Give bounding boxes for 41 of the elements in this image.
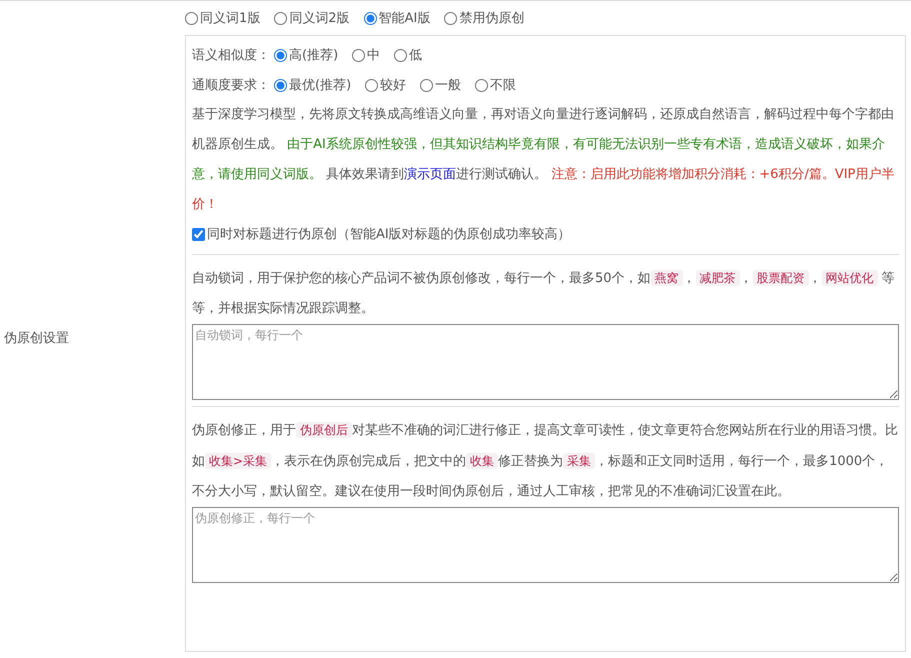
title-checkbox[interactable] xyxy=(192,228,205,240)
radio-button[interactable] xyxy=(475,78,488,92)
description-paragraph: 基于深度学习模型，先将原文转换成高维语义向量，再对语义向量进行逐词解码，还原成自然语言，解码过程中每个字都由机器原创生成。 由于AI系统原创性较强，但其知识结构毕竟有限，有可能无法识别一些专有术语，造成语义破坏，如果介意，请使用同义词版。 具体效果请到演示页面进行测试确认。 注意：启用此功能将增加积分消耗：+6积分/篇。VIP用户半价！ xyxy=(192,106,896,214)
option-label[interactable]: 同义词2版 xyxy=(289,9,350,27)
checkbox-label[interactable]: 同时对标题进行伪原创（智能AI版对标题的伪原创成功率较高） xyxy=(207,225,571,243)
option-label[interactable]: 不限 xyxy=(490,76,516,94)
radio-button[interactable] xyxy=(420,78,434,92)
keyword-tag: 减肥茶 xyxy=(696,270,740,286)
lock-words-description: 自动锁词，用于保护您的核心产品词不被伪原创修改，每行一个，最多50个，如 燕窝 ， 减肥茶 ， 股票配资 ， 网站优化 等等，并根据实际情况跟踪调整。 xyxy=(192,269,896,318)
keyword-tag: 采集 xyxy=(563,453,596,469)
radio-button[interactable] xyxy=(352,48,366,62)
radio-button[interactable] xyxy=(185,12,198,24)
option-label[interactable]: 中 xyxy=(367,46,380,64)
similarity-label: 语义相似度： xyxy=(192,47,270,64)
radio-button[interactable] xyxy=(365,78,378,92)
keyword-tag: 收集>采集 xyxy=(205,453,272,469)
radio-button[interactable] xyxy=(394,48,408,62)
radio-button[interactable] xyxy=(274,12,288,24)
option-label[interactable]: 高(推荐) xyxy=(289,46,338,64)
keyword-tag: 收集 xyxy=(466,453,498,469)
keyword-tag: 伪原创后 xyxy=(296,422,352,438)
demo-page-link[interactable]: 演示页面 xyxy=(404,167,456,182)
option-label[interactable]: 一般 xyxy=(435,76,462,94)
correction-description: 伪原创修正，用于 伪原创后 对某些不准确的词汇进行修正，提高文章可读性，使文章更符合您网站所在行业的用语习惯。比如 收集>采集 ，表示在伪原创完成后，把文中的 收集 修正替换为 采集 ，标题和正文同时适用，每行一个，最多1000个，不分大小写，默认留空。建议在使用一段时间伪原创后，通过人工审核，把常见的不准确词汇设置在此。 xyxy=(192,421,899,501)
keyword-tag: 网站优化 xyxy=(822,270,878,286)
radio-button[interactable] xyxy=(274,78,287,92)
option-label[interactable]: 同义词1版 xyxy=(200,9,260,27)
option-label[interactable]: 禁用伪原创 xyxy=(459,9,524,27)
settings-label: 伪原创设置 xyxy=(4,330,69,346)
keyword-tag: 燕窝 xyxy=(650,270,683,286)
lock-words-field[interactable]: 自动锁词，每行一个 xyxy=(192,324,899,400)
fluency-label: 通顺度要求： xyxy=(192,77,270,94)
option-label[interactable]: 低 xyxy=(409,46,422,64)
option-label[interactable]: 最优(推荐) xyxy=(289,76,352,94)
correction-field[interactable]: 伪原创修正，每行一个 xyxy=(192,507,899,583)
radio-button[interactable] xyxy=(444,12,458,24)
radio-button[interactable] xyxy=(274,48,287,62)
option-label[interactable]: 智能AI版 xyxy=(378,9,430,27)
radio-button[interactable] xyxy=(364,12,377,24)
keyword-tag: 股票配资 xyxy=(752,270,809,286)
option-label[interactable]: 较好 xyxy=(380,76,406,94)
